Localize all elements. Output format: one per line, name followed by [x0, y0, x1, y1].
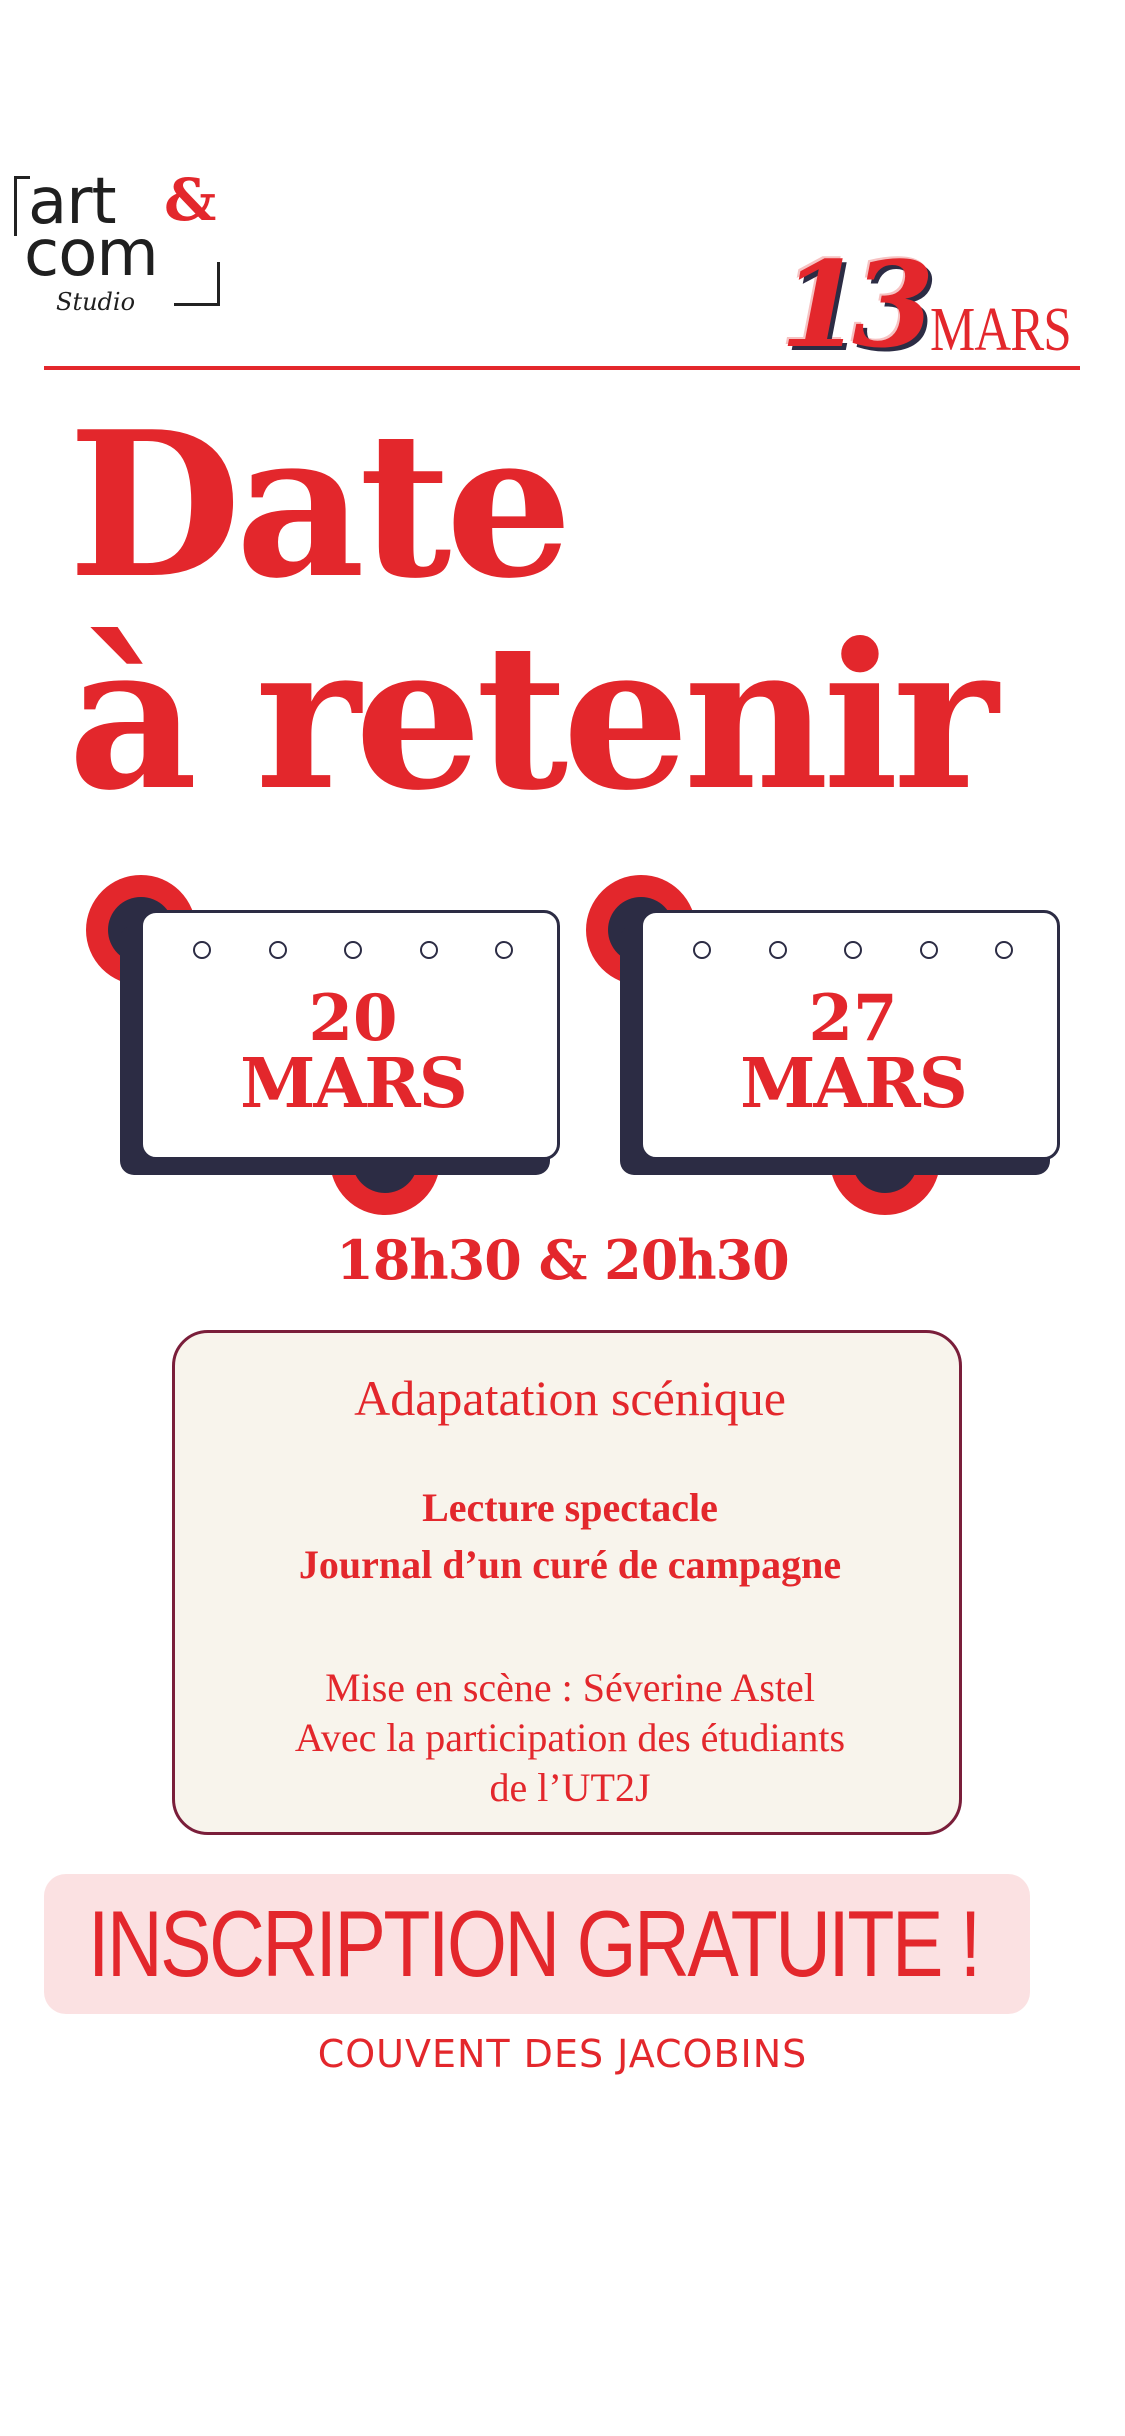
- event-info-box: Adapatation scénique Lecture spectacle J…: [172, 1330, 962, 1835]
- info-credit-line-2: Avec la participation des étudiants: [294, 1715, 846, 1760]
- registration-link-sticker[interactable]: INSCRIPTION GRATUITE !: [44, 1874, 1030, 2014]
- info-credit-line-3: de l’UT2J: [489, 1765, 651, 1810]
- headline-line-2: à retenir: [68, 600, 998, 835]
- info-title: Adapatation scénique: [354, 1370, 786, 1426]
- calendar-page: 27 MARS: [640, 910, 1060, 1160]
- registration-link-label: INSCRIPTION GRATUITE !: [88, 1891, 981, 1996]
- calendar-card-1: 20 MARS: [86, 875, 580, 1215]
- calendar-hole: [419, 941, 438, 959]
- info-subtitle-line-2: Journal d’un curé de campagne: [298, 1542, 842, 1587]
- calendar-hole: [344, 941, 362, 959]
- brand-logo: art & com Studio: [14, 166, 220, 320]
- headline: Date à retenir: [68, 400, 1068, 824]
- header-divider: [44, 366, 1080, 370]
- calendar-hole: [919, 941, 938, 959]
- logo-bracket-right: [174, 262, 220, 306]
- calendar-hole: [495, 941, 513, 959]
- calendar-month: MARS: [740, 1044, 968, 1124]
- calendar-card-2: 27 MARS: [586, 875, 1080, 1215]
- top-date-day: 13: [780, 235, 934, 374]
- top-date-month: MARS: [930, 296, 1072, 364]
- info-credit-line-1: Mise en scène : Séverine Astel: [325, 1665, 815, 1710]
- logo-text-com: com: [24, 217, 159, 291]
- calendar-page: 20 MARS: [140, 910, 560, 1160]
- calendar-holes: [693, 941, 1013, 959]
- calendar-day: 27: [808, 981, 898, 1056]
- calendar-hole: [268, 941, 287, 959]
- calendar-hole: [768, 941, 787, 959]
- top-date: 13 MARS: [780, 245, 1080, 375]
- calendar-hole: [193, 941, 211, 959]
- calendar-month: MARS: [240, 1044, 468, 1124]
- calendar-hole: [844, 941, 862, 959]
- event-times: 18h30 & 20h30: [336, 1228, 789, 1292]
- info-subtitle-line-1: Lecture spectacle: [422, 1485, 718, 1530]
- calendar-day: 20: [308, 981, 398, 1056]
- logo-ampersand: &: [164, 166, 217, 234]
- calendar-hole: [995, 941, 1013, 959]
- logo-text-studio: Studio: [56, 288, 136, 316]
- calendar-holes: [193, 941, 513, 959]
- venue-name: COUVENT DES JACOBINS: [317, 2032, 808, 2076]
- headline-line-1: Date: [68, 388, 573, 623]
- calendar-hole: [693, 941, 711, 959]
